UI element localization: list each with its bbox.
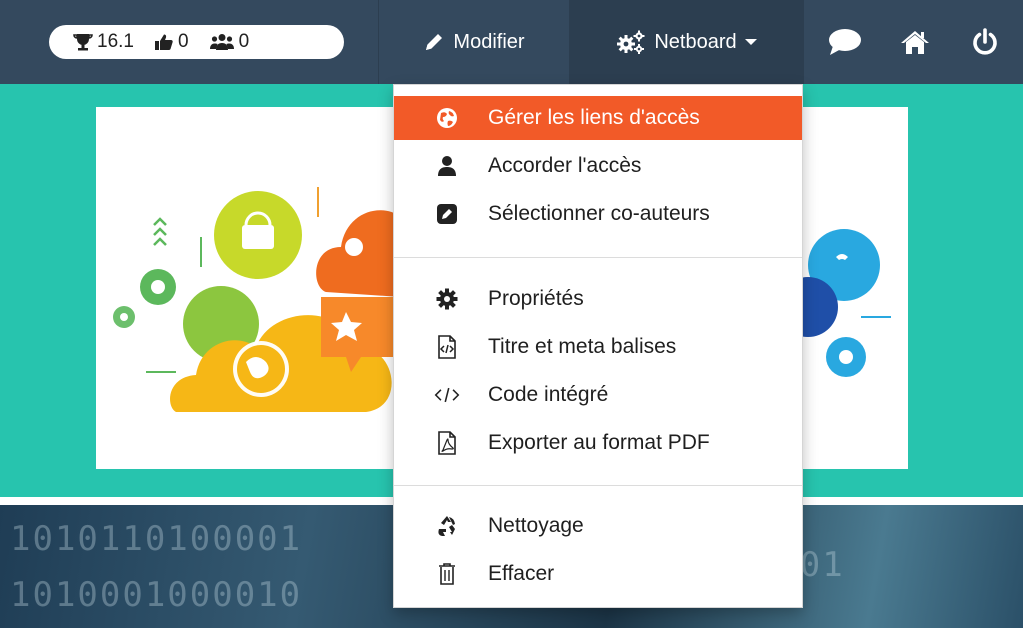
menu-item-delete[interactable]: Effacer <box>394 552 802 596</box>
trash-icon <box>434 561 460 587</box>
recycle-icon <box>434 513 460 539</box>
binary-decoration: 1010110100001 <box>10 519 303 559</box>
logout-button[interactable] <box>950 0 1020 84</box>
chat-button[interactable] <box>810 0 880 84</box>
users-icon <box>209 34 234 50</box>
pdf-file-icon <box>434 430 460 456</box>
chat-bubble-icon <box>829 29 861 55</box>
home-icon <box>901 31 929 54</box>
menu-item-label: Code intégré <box>488 383 609 406</box>
stats-pill: 16.1 0 0 <box>49 25 344 59</box>
chevron-down-icon <box>744 39 757 45</box>
menu-item-properties[interactable]: Propriétés <box>394 277 802 321</box>
code-file-icon <box>434 334 460 360</box>
code-icon <box>434 382 460 408</box>
menu-divider <box>394 257 802 258</box>
thumbs-up-icon <box>154 34 173 50</box>
menu-item-label: Gérer les liens d'accès <box>488 106 700 129</box>
menu-item-title-meta-tags[interactable]: Titre et meta balises <box>394 325 802 369</box>
score-value: 16.1 <box>97 31 134 52</box>
menu-item-manage-access-links[interactable]: Gérer les liens d'accès <box>394 96 802 140</box>
binary-decoration: 1010001000010 <box>10 575 303 615</box>
gears-icon <box>617 30 645 54</box>
menu-item-label: Effacer <box>488 562 555 585</box>
gear-icon <box>434 286 460 312</box>
netboard-dropdown-button[interactable]: Netboard <box>569 0 804 84</box>
likes-value: 0 <box>177 31 189 52</box>
home-button[interactable] <box>880 0 950 84</box>
members-value: 0 <box>238 31 250 52</box>
members-stat: 0 <box>209 31 250 53</box>
menu-item-grant-access[interactable]: Accorder l'accès <box>394 144 802 188</box>
menu-item-label: Titre et meta balises <box>488 335 677 358</box>
score-stat: 16.1 <box>73 31 134 53</box>
menu-item-label: Exporter au format PDF <box>488 431 710 454</box>
menu-item-cleanup[interactable]: Nettoyage <box>394 504 802 548</box>
menu-item-label: Nettoyage <box>488 514 584 537</box>
menu-item-label: Sélectionner co-auteurs <box>488 202 710 225</box>
modifier-button[interactable]: Modifier <box>379 0 569 84</box>
user-icon <box>434 153 460 179</box>
likes-stat: 0 <box>154 31 189 53</box>
pencil-icon <box>426 34 443 50</box>
pencil-square-icon <box>434 201 460 227</box>
menu-item-select-coauthors[interactable]: Sélectionner co-auteurs <box>394 192 802 236</box>
menu-item-export-pdf[interactable]: Exporter au format PDF <box>394 421 802 465</box>
netboard-dropdown-menu: Gérer les liens d'accès Accorder l'accès… <box>393 84 803 608</box>
power-icon <box>973 28 997 55</box>
menu-item-embed-code[interactable]: Code intégré <box>394 373 802 417</box>
menu-item-label: Accorder l'accès <box>488 154 642 177</box>
menu-divider <box>394 485 802 486</box>
globe-icon <box>434 105 460 131</box>
netboard-label: Netboard <box>654 30 737 53</box>
trophy-icon <box>73 34 93 51</box>
top-navbar: 16.1 0 0 Modifier Netboard <box>0 0 1023 84</box>
menu-item-label: Propriétés <box>488 287 584 310</box>
modifier-label: Modifier <box>453 30 525 53</box>
